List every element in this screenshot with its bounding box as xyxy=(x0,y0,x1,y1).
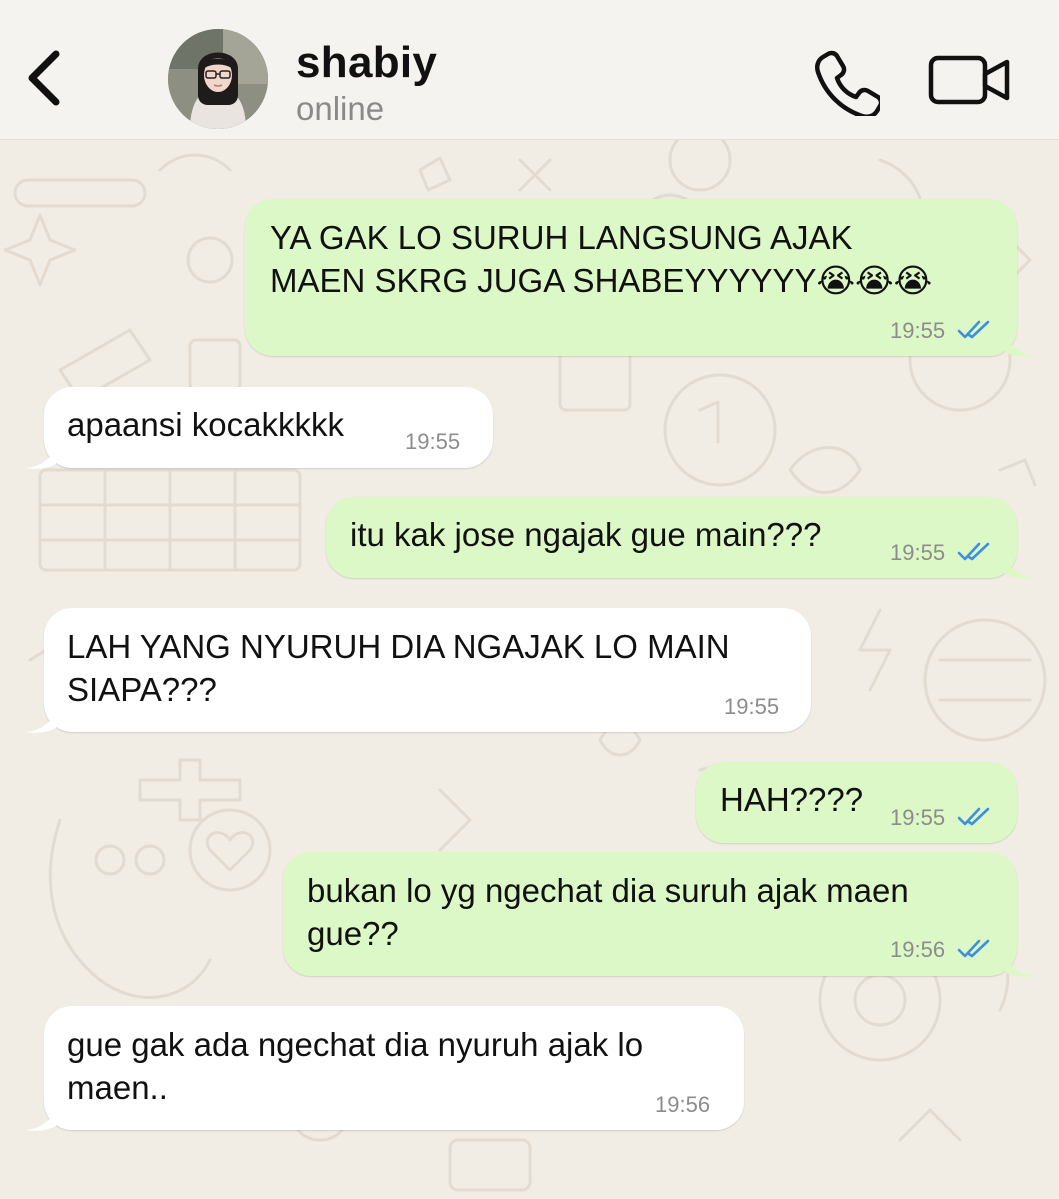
bubble-tail xyxy=(1005,334,1035,357)
message-timestamp: 19:56 xyxy=(890,937,946,962)
bubble-tail xyxy=(1005,954,1035,977)
contact-status: online xyxy=(296,90,385,127)
phone-icon xyxy=(814,50,884,120)
back-button[interactable] xyxy=(18,46,74,110)
message-bubble-outgoing[interactable]: HAH???? 19:55 xyxy=(696,762,1017,843)
message-text-line: bukan lo yg ngechat dia suruh ajak maen xyxy=(307,872,909,909)
message-timestamp: 19:55 xyxy=(405,429,461,454)
chat-header: shabiy online xyxy=(0,0,1059,140)
message-timestamp: 19:55 xyxy=(724,694,780,719)
message-text-line: gue gak ada ngechat dia nyuruh ajak lo xyxy=(67,1026,644,1063)
voice-call-button[interactable] xyxy=(810,46,884,120)
contact-name[interactable]: shabiy xyxy=(296,38,437,88)
message-bubble-outgoing[interactable]: bukan lo yg ngechat dia suruh ajak maen … xyxy=(283,852,1017,976)
read-receipt-icon xyxy=(957,542,990,561)
message-text-line: itu kak jose ngajak gue main??? xyxy=(350,516,822,553)
avatar[interactable] xyxy=(168,29,268,129)
video-call-button[interactable] xyxy=(928,54,1012,108)
message-timestamp: 19:55 xyxy=(890,805,946,830)
message-text-line: maen.. xyxy=(67,1069,168,1106)
bubble-tail xyxy=(1005,556,1035,579)
message-text-line: apaansi kocakkkkk xyxy=(67,406,344,443)
read-receipt-icon xyxy=(957,807,990,826)
message-timestamp: 19:55 xyxy=(890,540,946,565)
message-text-line: SIAPA??? xyxy=(67,671,217,708)
bubble-tail xyxy=(26,710,56,733)
message-text-line: MAEN SKRG JUGA SHABEYYYYYY😭😭😭 xyxy=(270,262,933,299)
message-bubble-outgoing[interactable]: itu kak jose ngajak gue main??? 19:55 xyxy=(326,497,1017,578)
message-timestamp: 19:55 xyxy=(890,318,946,343)
message-bubble-incoming[interactable]: apaansi kocakkkkk 19:55 xyxy=(44,387,493,468)
chevron-left-icon xyxy=(28,50,60,106)
message-bubble-incoming[interactable]: LAH YANG NYURUH DIA NGAJAK LO MAIN SIAPA… xyxy=(44,608,811,732)
message-timestamp: 19:56 xyxy=(655,1092,711,1117)
bubble-tail xyxy=(26,446,56,469)
message-bubble-incoming[interactable]: gue gak ada ngechat dia nyuruh ajak lo m… xyxy=(44,1006,744,1130)
bubble-tail xyxy=(26,1108,56,1131)
avatar-image xyxy=(168,29,268,129)
read-receipt-icon xyxy=(957,320,990,339)
message-text-line: gue?? xyxy=(307,915,399,952)
message-text-line: HAH???? xyxy=(720,781,864,818)
message-text-line: LAH YANG NYURUH DIA NGAJAK LO MAIN xyxy=(67,628,730,665)
message-bubble-outgoing[interactable]: YA GAK LO SURUH LANGSUNG AJAK MAEN SKRG … xyxy=(245,199,1017,356)
read-receipt-icon xyxy=(957,939,990,958)
video-camera-icon xyxy=(928,55,1010,105)
message-text-line: YA GAK LO SURUH LANGSUNG AJAK xyxy=(270,219,853,256)
